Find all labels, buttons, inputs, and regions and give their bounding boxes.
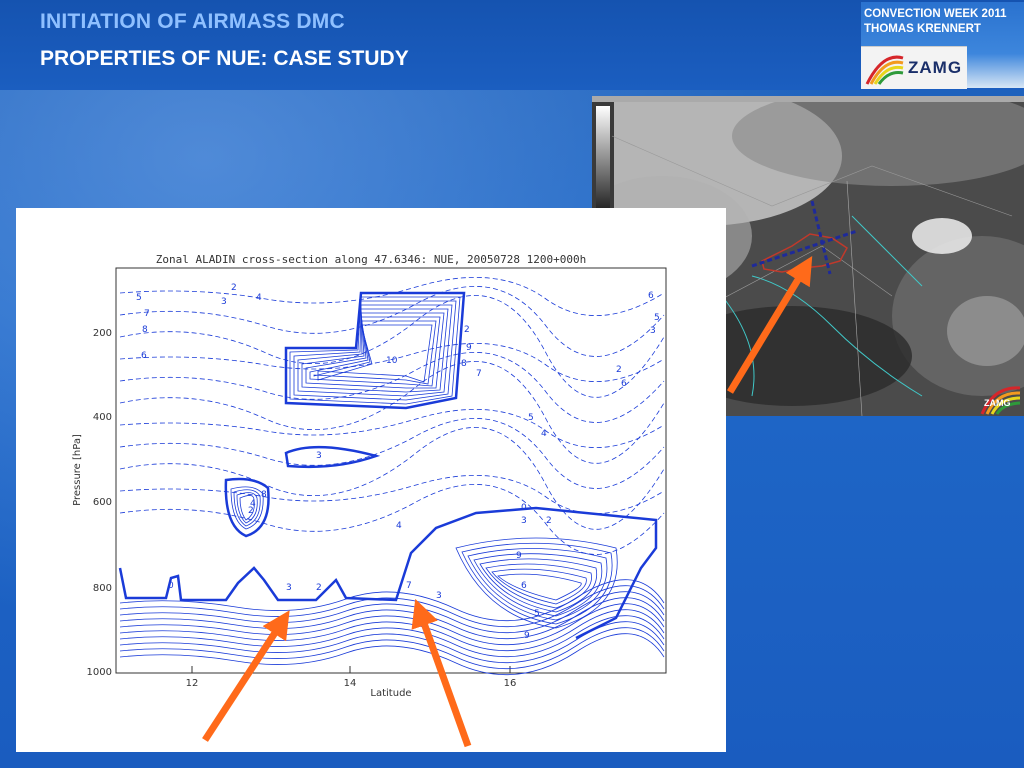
plot-title: Zonal ALADIN cross-section along 47.6346… bbox=[156, 253, 586, 266]
y-tick-label: 800 bbox=[93, 583, 112, 594]
slide-title: INITIATION OF AIRMASS DMC bbox=[40, 10, 345, 33]
x-tick-label: 16 bbox=[504, 678, 517, 689]
x-axis-label: Latitude bbox=[370, 688, 411, 699]
contour-label: 0 bbox=[168, 581, 174, 591]
badge-text: CONVECTION WEEK 2011 THOMAS KRENNERT bbox=[864, 7, 1007, 37]
zamg-logo-text: ZAMG bbox=[908, 58, 963, 77]
contour-line bbox=[491, 568, 587, 605]
contour-line bbox=[305, 312, 445, 389]
contour-line bbox=[119, 409, 665, 448]
contour-line bbox=[119, 418, 665, 489]
zamg-logo: ZAMG bbox=[861, 46, 967, 89]
contour-label: 5 bbox=[654, 313, 660, 323]
contour-label: 3 bbox=[521, 516, 527, 526]
cross-section-panel: Zonal ALADIN cross-section along 47.6346… bbox=[16, 208, 726, 752]
contour-label: 8 bbox=[261, 490, 267, 500]
contour-label: 7 bbox=[476, 369, 482, 379]
contour-label: 4 bbox=[396, 521, 402, 531]
contour-line bbox=[119, 484, 665, 555]
badge-event: CONVECTION WEEK 2011 bbox=[864, 8, 1007, 20]
x-tick-label: 12 bbox=[186, 678, 199, 689]
contour-label: 5 bbox=[528, 413, 534, 423]
y-tick-label: 200 bbox=[93, 328, 112, 339]
contour-label: 5 bbox=[534, 609, 540, 619]
contour-label: 2 bbox=[464, 325, 470, 335]
contour-label: 7 bbox=[406, 581, 412, 591]
contour-label: 0 bbox=[521, 503, 527, 513]
contour-line bbox=[118, 506, 658, 640]
x-tick-label: 14 bbox=[344, 678, 357, 689]
contour-label: 3 bbox=[286, 583, 292, 593]
contour-label: 2 bbox=[546, 516, 552, 526]
contour-label: 5 bbox=[136, 293, 142, 303]
contour-label: 7 bbox=[144, 309, 150, 319]
badge-author: THOMAS KRENNERT bbox=[864, 23, 981, 35]
contour-label: 2 bbox=[316, 583, 322, 593]
contour-label: 8 bbox=[142, 325, 148, 335]
contour-line bbox=[119, 475, 665, 514]
cross-section-plot: Zonal ALADIN cross-section along 47.6346… bbox=[72, 253, 667, 699]
slide-subtitle: PROPERTIES OF NUE: CASE STUDY bbox=[40, 47, 409, 70]
conference-badge: CONVECTION WEEK 2011 THOMAS KRENNERT ZAM… bbox=[861, 2, 1024, 89]
contour-label: 2 bbox=[248, 506, 254, 516]
contour-label: 8 bbox=[461, 359, 467, 369]
contour-label: 3 bbox=[650, 326, 656, 336]
contour-label: 9 bbox=[524, 631, 530, 641]
rainbow-logo-icon bbox=[865, 55, 904, 85]
contour-label: 9 bbox=[516, 551, 522, 561]
y-tick-label: 1000 bbox=[87, 667, 112, 678]
contour-label: 2 bbox=[616, 365, 622, 375]
contour-label: 9 bbox=[466, 343, 472, 353]
contour-label: 3 bbox=[316, 451, 322, 461]
contour-line bbox=[284, 445, 381, 469]
y-tick-label: 600 bbox=[93, 497, 112, 508]
contour-label: 3 bbox=[436, 591, 442, 601]
zamg-small-logo-text: ZAMG bbox=[984, 398, 1011, 408]
contour-label: 6 bbox=[648, 291, 654, 301]
contour-line bbox=[473, 553, 603, 617]
contour-line bbox=[119, 277, 665, 316]
contour-label: 10 bbox=[386, 356, 398, 366]
contour-label: 6 bbox=[621, 379, 627, 389]
y-tick-label: 400 bbox=[93, 412, 112, 423]
y-axis-label: Pressure [hPa] bbox=[72, 434, 83, 506]
contour-label: 4 bbox=[541, 429, 547, 439]
contour-label: 2 bbox=[231, 283, 237, 293]
contour-label: 6 bbox=[521, 581, 527, 591]
contour-label: 4 bbox=[256, 293, 262, 303]
contour-label: 3 bbox=[221, 297, 227, 307]
contour-label: 6 bbox=[141, 351, 147, 361]
